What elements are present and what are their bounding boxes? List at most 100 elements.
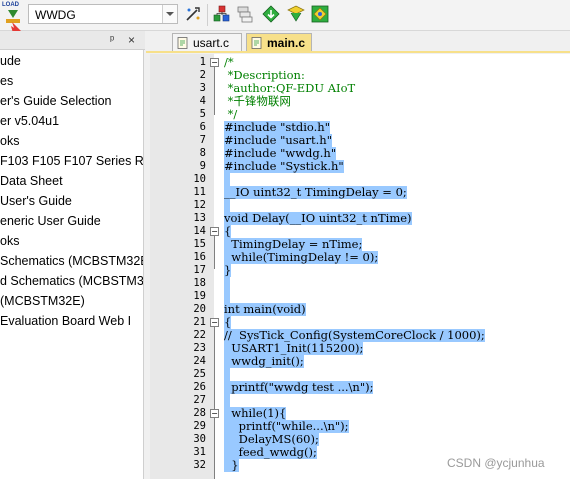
debug-settings-icon[interactable] [311, 5, 329, 23]
book-item[interactable]: User's Guide [0, 194, 72, 214]
fold-collapse-icon[interactable]: − [210, 318, 219, 327]
target-options-icon[interactable] [184, 5, 202, 23]
book-item[interactable]: es [0, 74, 13, 94]
line-number: 6 [199, 121, 206, 133]
code-line[interactable]: 1−/* [150, 56, 570, 69]
code-line[interactable]: 17} [150, 264, 570, 277]
editor-tabs: usart.c main.c [146, 31, 570, 52]
code-line[interactable]: 26 printf("wwdg test ...\n"); [150, 381, 570, 394]
chevron-down-icon[interactable] [162, 5, 177, 23]
line-number: 22 [193, 329, 206, 341]
line-number: 2 [199, 69, 206, 81]
line-number: 29 [193, 420, 206, 432]
code-line[interactable]: 4 *千锋物联网 [150, 95, 570, 108]
code-line[interactable]: 16 while(TimingDelay != 0); [150, 251, 570, 264]
code-text: printf("wwdg test ...\n"); [224, 380, 374, 394]
line-number: 5 [199, 108, 206, 120]
load-button[interactable]: LOAD [2, 2, 24, 26]
line-number: 12 [193, 199, 206, 211]
line-number: 23 [193, 342, 206, 354]
line-number: 3 [199, 82, 206, 94]
pin-icon[interactable]: ᵖ [110, 34, 114, 46]
close-icon[interactable]: × [128, 33, 135, 47]
code-line[interactable]: 5 */ [150, 108, 570, 121]
book-item[interactable]: er's Guide Selection [0, 94, 111, 114]
line-number: 10 [193, 173, 206, 185]
code-text [224, 277, 230, 290]
watermark: CSDN @ycjunhua [447, 456, 545, 470]
book-item[interactable]: F103 F105 F107 Series Re [0, 154, 143, 174]
line-number: 8 [199, 147, 206, 159]
fold-collapse-icon[interactable]: − [210, 58, 219, 67]
code-text: } [224, 263, 232, 277]
code-text: } [224, 458, 239, 472]
book-item[interactable]: Data Sheet [0, 174, 63, 194]
c-file-icon [251, 37, 262, 49]
tab-usart-c[interactable]: usart.c [172, 33, 242, 52]
book-item[interactable]: Evaluation Board Web I [0, 314, 131, 334]
line-number: 21 [193, 316, 206, 328]
code-text: __IO uint32_t TimingDelay = 0; [224, 185, 407, 199]
code-text: int main(void) [224, 302, 306, 316]
line-number: 13 [193, 212, 206, 224]
manage-components-icon[interactable] [213, 5, 231, 23]
load-label: LOAD [2, 2, 19, 8]
books-panel-header: ᵖ × [0, 31, 145, 50]
line-number: 4 [199, 95, 206, 107]
line-number: 26 [193, 381, 206, 393]
line-number: 16 [193, 251, 206, 263]
line-number: 14 [193, 225, 206, 237]
book-item[interactable]: oks [0, 134, 19, 154]
book-item[interactable]: eneric User Guide [0, 214, 101, 234]
code-line[interactable]: 23 USART1_Init(115200); [150, 342, 570, 355]
code-text: #include "Systick.h" [224, 159, 344, 173]
tab-label: usart.c [193, 36, 230, 50]
line-number: 11 [193, 186, 206, 198]
code-line[interactable]: 2 *Description: [150, 69, 570, 82]
code-line[interactable]: 3 *author:QF-EDU AIoT [150, 82, 570, 95]
fold-collapse-icon[interactable]: − [210, 409, 219, 418]
code-line[interactable]: 24 wwdg_init(); [150, 355, 570, 368]
book-item[interactable]: ude [0, 54, 21, 74]
code-line[interactable]: 18 [150, 277, 570, 290]
line-number: 24 [193, 355, 206, 367]
line-number: 9 [199, 160, 206, 172]
book-item[interactable]: er v5.04u1 [0, 114, 59, 134]
line-number: 31 [193, 446, 206, 458]
line-number: 18 [193, 277, 206, 289]
code-line[interactable]: 28− while(1){ [150, 407, 570, 420]
code-line[interactable]: 6 #include "stdio.h" [150, 121, 570, 134]
book-item[interactable]: d Schematics (MCBSTM3 [0, 274, 143, 294]
fold-collapse-icon[interactable]: − [210, 227, 219, 236]
tab-label: main.c [267, 36, 306, 50]
line-number: 32 [193, 459, 206, 471]
code-line[interactable]: 20 int main(void) [150, 303, 570, 316]
code-text: wwdg_init(); [224, 354, 304, 368]
code-line[interactable]: 19 [150, 290, 570, 303]
download-arrow-icon [8, 10, 18, 18]
project-items-icon[interactable] [287, 5, 305, 23]
code-line[interactable]: 7 #include "usart.h" [150, 134, 570, 147]
code-line[interactable]: 9 #include "Systick.h" [150, 160, 570, 173]
book-item[interactable]: (MCBSTM32E) [0, 294, 85, 314]
line-number: 7 [199, 134, 206, 146]
code-line[interactable]: 11 __IO uint32_t TimingDelay = 0; [150, 186, 570, 199]
code-line[interactable]: 27 [150, 394, 570, 407]
code-line[interactable]: 29 printf("while...\n"); [150, 420, 570, 433]
pack-installer-icon[interactable] [236, 5, 254, 23]
active-tab-underline [146, 51, 570, 53]
select-packs-icon[interactable] [262, 5, 280, 23]
tab-main-c[interactable]: main.c [246, 33, 312, 52]
code-line[interactable]: 13 void Delay(__IO uint32_t nTime) [150, 212, 570, 225]
book-item[interactable]: Schematics (MCBSTM32E [0, 254, 143, 274]
code-line[interactable]: 8 #include "wwdg.h" [150, 147, 570, 160]
books-panel: ude es er's Guide Selection er v5.04u1 o… [0, 50, 144, 479]
line-number: 27 [193, 394, 206, 406]
line-number: 1 [199, 56, 206, 68]
code-line[interactable]: 30 DelayMS(60); [150, 433, 570, 446]
code-text: while(TimingDelay != 0); [224, 250, 379, 264]
target-select[interactable]: WWDG [28, 4, 178, 24]
book-item[interactable]: oks [0, 234, 19, 254]
line-number: 20 [193, 303, 206, 315]
code-editor[interactable]: 1−/* 2 *Description: 3 *author:QF-EDU AIoT… [150, 54, 570, 479]
